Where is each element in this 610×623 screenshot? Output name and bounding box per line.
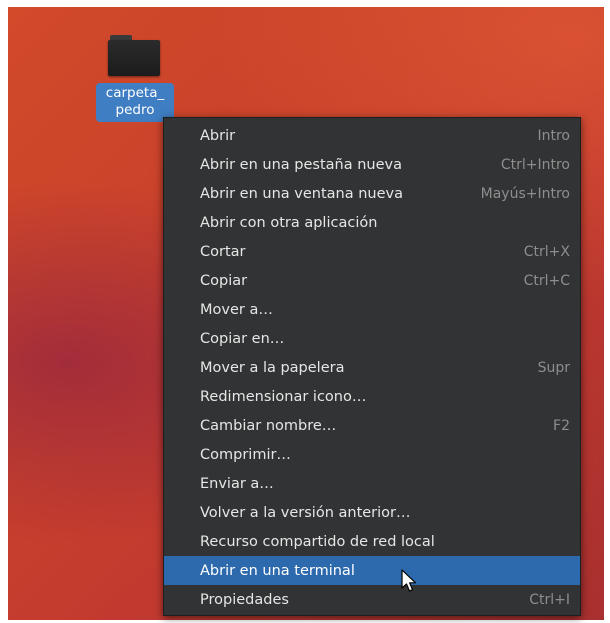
- menu-item-propiedades[interactable]: Propiedades Ctrl+I: [164, 585, 580, 614]
- menu-item-shortcut: Ctrl+Intro: [500, 156, 570, 173]
- menu-item-copiar[interactable]: Copiar Ctrl+C: [164, 266, 580, 295]
- menu-item-cortar[interactable]: Cortar Ctrl+X: [164, 237, 580, 266]
- arrow-cursor-icon: [401, 569, 417, 592]
- menu-item-label: Mover a la papelera: [200, 359, 345, 376]
- menu-item-label: Enviar a…: [200, 475, 274, 492]
- menu-item-shortcut: Ctrl+I: [529, 591, 570, 608]
- menu-item-shortcut: F2: [553, 417, 570, 434]
- desktop-icon-label-line-1: carpeta_: [105, 85, 165, 101]
- menu-item-abrir[interactable]: Abrir Intro: [164, 121, 580, 150]
- menu-item-shortcut: Mayús+Intro: [480, 185, 570, 202]
- menu-item-label: Abrir en una pestaña nueva: [200, 156, 402, 173]
- menu-item-abrir-pestana[interactable]: Abrir en una pestaña nueva Ctrl+Intro: [164, 150, 580, 179]
- menu-item-label: Redimensionar icono…: [200, 388, 367, 405]
- menu-item-copiar-en[interactable]: Copiar en…: [164, 324, 580, 353]
- menu-item-enviar-a[interactable]: Enviar a…: [164, 469, 580, 498]
- menu-item-label: Cambiar nombre…: [200, 417, 337, 434]
- menu-item-abrir-ventana[interactable]: Abrir en una ventana nueva Mayús+Intro: [164, 179, 580, 208]
- menu-item-version-anterior[interactable]: Volver a la versión anterior…: [164, 498, 580, 527]
- context-menu: Abrir Intro Abrir en una pestaña nueva C…: [163, 117, 581, 616]
- menu-item-label: Propiedades: [200, 591, 289, 608]
- menu-item-abrir-con[interactable]: Abrir con otra aplicación: [164, 208, 580, 237]
- menu-item-shortcut: Intro: [537, 127, 570, 144]
- menu-item-shortcut: Supr: [537, 359, 570, 376]
- menu-item-label: Copiar: [200, 272, 248, 289]
- menu-item-label: Volver a la versión anterior…: [200, 504, 411, 521]
- menu-item-mover-papelera[interactable]: Mover a la papelera Supr: [164, 353, 580, 382]
- menu-item-cambiar-nombre[interactable]: Cambiar nombre… F2: [164, 411, 580, 440]
- menu-item-label: Abrir en una ventana nueva: [200, 185, 403, 202]
- menu-item-label: Abrir con otra aplicación: [200, 214, 378, 231]
- menu-item-mover-a[interactable]: Mover a…: [164, 295, 580, 324]
- folder-icon: [108, 33, 160, 77]
- menu-item-redimensionar-icono[interactable]: Redimensionar icono…: [164, 382, 580, 411]
- menu-item-comprimir[interactable]: Comprimir…: [164, 440, 580, 469]
- menu-item-label: Cortar: [200, 243, 246, 260]
- menu-item-shortcut: Ctrl+X: [523, 243, 570, 260]
- menu-item-shortcut: Ctrl+C: [523, 272, 570, 289]
- menu-item-label: Mover a…: [200, 301, 273, 318]
- menu-item-label: Abrir: [200, 127, 236, 144]
- menu-item-label: Recurso compartido de red local: [200, 533, 435, 550]
- menu-item-recurso-compartido[interactable]: Recurso compartido de red local: [164, 527, 580, 556]
- menu-item-label: Abrir en una terminal: [200, 562, 355, 579]
- menu-item-abrir-terminal[interactable]: Abrir en una terminal: [164, 556, 580, 585]
- menu-item-label: Comprimir…: [200, 446, 291, 463]
- menu-item-label: Copiar en…: [200, 330, 285, 347]
